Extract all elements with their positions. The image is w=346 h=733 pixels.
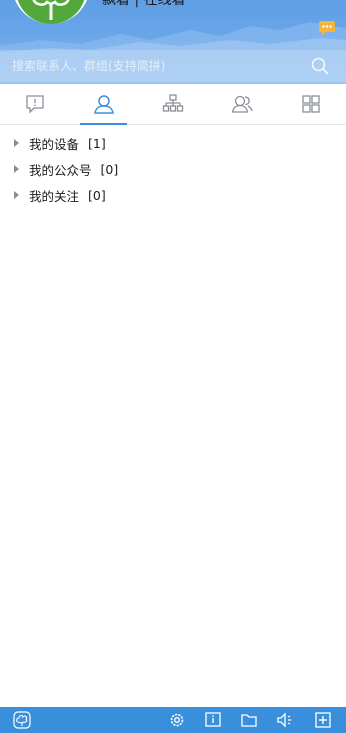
search-bar	[0, 50, 346, 82]
expand-arrow-icon[interactable]	[14, 139, 19, 147]
group-icon	[231, 95, 253, 113]
tab-recent-chats[interactable]	[0, 84, 69, 124]
expand-arrow-icon[interactable]	[14, 165, 19, 173]
user-nickname[interactable]: 飘着 | 在线着	[102, 0, 186, 8]
contact-person-icon	[93, 95, 114, 114]
contact-group-my-devices[interactable]: 我的设备 [1]	[0, 130, 346, 156]
info-icon[interactable]	[204, 711, 222, 729]
tab-organization[interactable]	[138, 84, 207, 124]
settings-icon[interactable]	[168, 711, 186, 729]
contact-group-list: 我的设备 [1] 我的公众号 [0] 我的关注 [0]	[0, 130, 346, 208]
main-tabs	[0, 84, 346, 125]
add-icon[interactable]	[314, 711, 332, 729]
group-count: [0]	[88, 187, 106, 203]
tab-apps[interactable]	[277, 84, 346, 124]
search-icon[interactable]	[311, 57, 329, 75]
group-label: 我的设备	[29, 136, 80, 152]
tab-groups[interactable]	[208, 84, 277, 124]
group-count: [1]	[88, 135, 106, 151]
bottom-toolbar	[0, 707, 346, 733]
chat-bubble-icon	[25, 95, 44, 114]
group-label: 我的公众号	[29, 162, 92, 178]
volume-icon[interactable]	[276, 711, 294, 729]
search-input[interactable]	[6, 50, 308, 82]
message-notification-icon[interactable]	[319, 21, 335, 35]
contact-group-my-follows[interactable]: 我的关注 [0]	[0, 182, 346, 208]
tab-contacts[interactable]	[69, 84, 138, 125]
grid-icon	[302, 95, 321, 113]
contact-group-my-official-accounts[interactable]: 我的公众号 [0]	[0, 156, 346, 182]
app-logo-icon[interactable]	[13, 711, 31, 729]
group-label: 我的关注	[29, 188, 80, 204]
expand-arrow-icon[interactable]	[14, 191, 19, 199]
folder-icon[interactable]	[240, 711, 258, 729]
org-chart-icon	[162, 94, 184, 112]
header: 飘着 | 在线着	[0, 0, 346, 84]
group-count: [0]	[100, 161, 119, 177]
